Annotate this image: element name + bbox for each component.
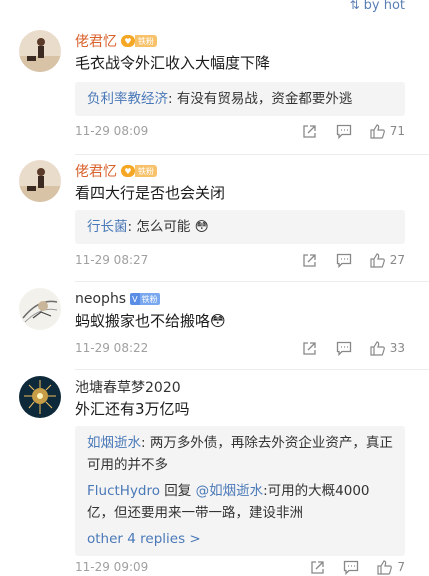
like-count: 27 [389,253,405,267]
comment-time: 11-29 08:22 [75,341,149,355]
username[interactable]: neophs [75,291,126,307]
reply-username[interactable]: 行长菌 [87,219,128,235]
fan-badge: V 铁粉 [130,293,160,305]
mention-link[interactable]: @如烟逝水 [196,483,264,499]
more-replies-link[interactable]: other 4 replies > [87,528,393,550]
divider [75,281,429,282]
like-button[interactable]: 7 [377,559,405,575]
divider [75,369,429,370]
username[interactable]: 佬君忆 [75,161,117,181]
comment-item: 佬君忆 ♥ 铁粉 看四大行是否也会关闭 行长菌: 怎么可能 😳 11-29 08:… [0,160,429,286]
comment-text: 看四大行是否也会关闭 [75,184,226,202]
reply-item[interactable]: FluctHydro 回复 @如烟逝水:可用的大概4000亿，但还要用来一带一路… [87,480,393,524]
reply-icon[interactable] [343,559,359,575]
comment-time: 11-29 09:09 [75,560,149,574]
thumbs-up-icon [377,559,393,575]
comment-item: 池塘春草梦2020 外汇还有3万亿吗 如烟逝水: 两万多外债，再除去外资企业资产… [0,376,429,576]
reply-username[interactable]: 负利率教经济 [87,91,168,107]
username[interactable]: 池塘春草梦2020 [75,377,181,397]
avatar[interactable] [19,160,61,202]
comment-time: 11-29 08:09 [75,124,149,138]
reply-icon[interactable] [336,123,352,139]
reply-connector: 回复 [160,483,196,499]
avatar[interactable] [19,30,61,72]
avatar[interactable] [19,376,61,418]
avatar[interactable] [19,288,61,330]
like-button[interactable]: 27 [370,252,405,268]
reply-box[interactable]: 行长菌: 怎么可能 😳 [75,210,405,244]
reply-icon[interactable] [336,340,352,356]
thumbs-up-icon [370,123,385,139]
like-button[interactable]: 71 [370,123,405,139]
comment-time: 11-29 08:27 [75,253,149,267]
comment-text: 外汇还有3万亿吗 [75,400,190,418]
share-icon[interactable] [309,559,325,575]
like-button[interactable]: 33 [370,340,405,356]
share-icon[interactable] [302,123,318,139]
comment-text: 毛衣战令外汇收入大幅度下降 [75,54,271,72]
reply-box[interactable]: 如烟逝水: 两万多外债，再除去外资企业资产，真正可用的并不多 FluctHydr… [75,426,405,556]
like-count: 7 [397,560,405,574]
reply-text: : 怎么可能 😳 [127,219,209,235]
comment-text: 蚂蚁搬家也不给搬咯😳 [75,312,226,330]
reply-text: : 有没有贸易战，资金都要外逃 [168,91,353,107]
reply-username[interactable]: FluctHydro [87,483,160,499]
comment-item: 佬君忆 ♥ 铁粉 毛衣战令外汇收入大幅度下降 负利率教经济: 有没有贸易战，资金都… [0,30,429,160]
reply-username[interactable]: 如烟逝水 [87,435,141,451]
reply-box[interactable]: 负利率教经济: 有没有贸易战，资金都要外逃 [75,82,405,116]
thumbs-up-icon [370,340,385,356]
username[interactable]: 佬君忆 [75,31,117,51]
sort-toggle[interactable]: ⇅ by hot [350,0,405,14]
thumbs-up-icon [370,252,385,268]
divider [75,154,429,155]
reply-icon[interactable] [336,252,352,268]
sort-label: by hot [363,0,405,13]
like-count: 33 [389,341,405,355]
comment-item: neophs V 铁粉 蚂蚁搬家也不给搬咯😳 11-29 08:22 33 [0,288,429,370]
share-icon[interactable] [302,252,318,268]
sort-icon: ⇅ [349,0,360,12]
reply-item[interactable]: 如烟逝水: 两万多外债，再除去外资企业资产，真正可用的并不多 [87,432,393,476]
share-icon[interactable] [302,340,318,356]
like-count: 71 [389,124,405,138]
fan-badge: ♥ 铁粉 [121,35,157,47]
fan-badge: ♥ 铁粉 [121,165,157,177]
